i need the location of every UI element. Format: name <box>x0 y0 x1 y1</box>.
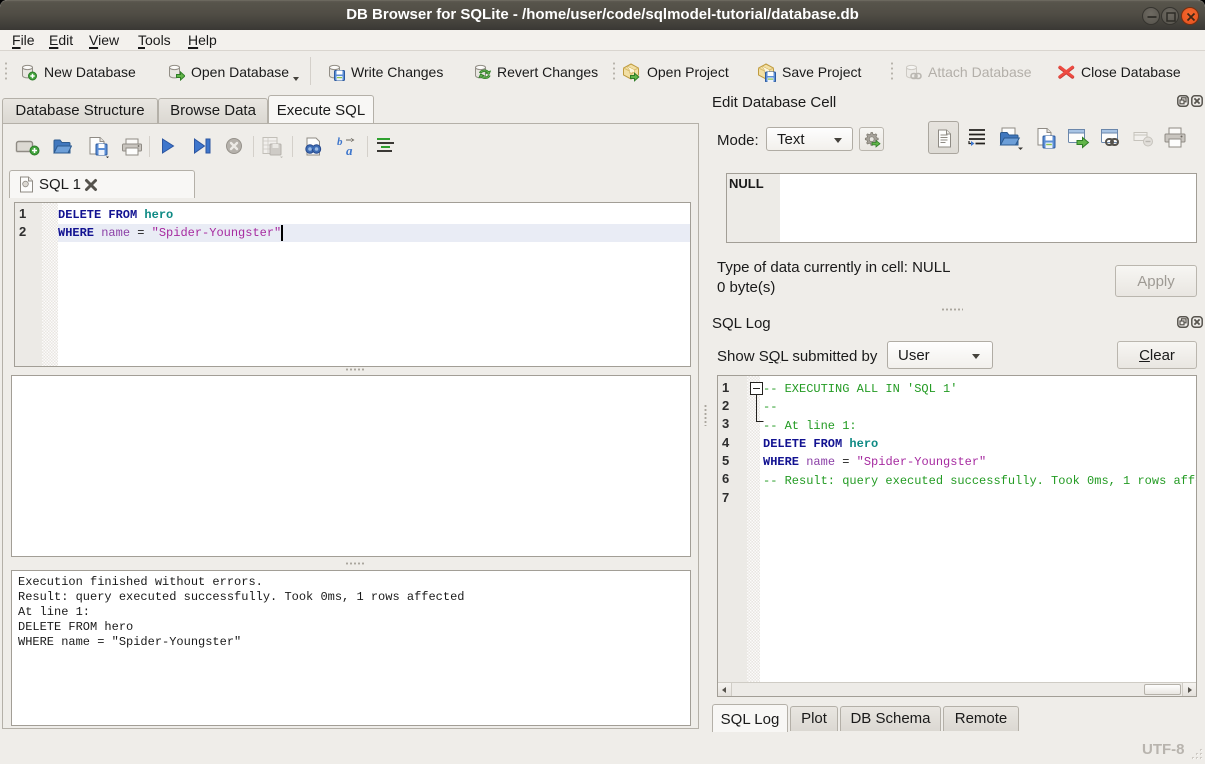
svg-text:b: b <box>337 136 343 148</box>
svg-text:a: a <box>346 143 353 157</box>
